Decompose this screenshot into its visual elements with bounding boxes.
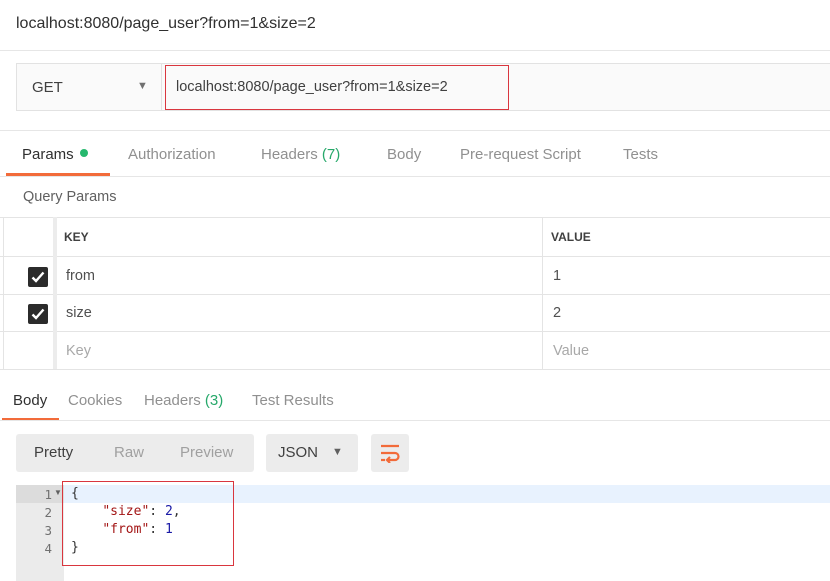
tab-params-label: Params — [22, 146, 74, 163]
url-input[interactable]: localhost:8080/page_user?from=1&size=2 — [176, 79, 448, 95]
tab-headers-label: Headers — [261, 146, 318, 163]
table-border — [0, 331, 830, 332]
checkmark-icon — [31, 308, 45, 320]
chevron-down-icon: ▼ — [332, 446, 343, 458]
new-param-key-input[interactable]: Key — [66, 343, 91, 359]
format-selector[interactable]: JSON ▼ — [266, 434, 358, 472]
param-checkbox-size[interactable] — [28, 304, 48, 324]
tab-params[interactable]: Params — [22, 146, 88, 163]
tab-body[interactable]: Body — [387, 146, 421, 163]
tab-prerequest-script[interactable]: Pre-request Script — [460, 146, 581, 163]
table-border — [53, 217, 57, 369]
line-number: 3 — [44, 523, 52, 538]
table-border — [542, 217, 543, 369]
tab-tests[interactable]: Tests — [623, 146, 658, 163]
response-highlight-outline — [62, 481, 234, 566]
view-raw-button[interactable]: Raw — [114, 444, 144, 461]
divider — [0, 176, 830, 177]
line-number: 4 — [44, 541, 52, 556]
headers-count: (7) — [321, 146, 341, 163]
format-label: JSON — [278, 444, 319, 461]
param-checkbox-from[interactable] — [28, 267, 48, 287]
view-preview-button[interactable]: Preview — [180, 444, 233, 461]
checkmark-icon — [31, 271, 45, 283]
response-tab-test-results[interactable]: Test Results — [252, 392, 334, 409]
tab-headers[interactable]: Headers (7) — [261, 146, 340, 163]
view-pretty-button[interactable]: Pretty — [34, 444, 73, 461]
line-number: 1 — [44, 487, 52, 502]
param-key-input[interactable]: size — [66, 305, 92, 321]
request-title-bar: localhost:8080/page_user?from=1&size=2 — [0, 0, 830, 51]
response-tab-cookies[interactable]: Cookies — [68, 392, 122, 409]
request-title: localhost:8080/page_user?from=1&size=2 — [16, 15, 316, 32]
param-value-input[interactable]: 2 — [553, 305, 561, 321]
column-header-value: VALUE — [551, 230, 591, 244]
tab-authorization[interactable]: Authorization — [128, 146, 216, 163]
response-headers-label: Headers — [144, 392, 201, 409]
view-mode-selector: Pretty Raw Preview — [16, 434, 254, 472]
method-selector[interactable]: GET ▼ — [17, 64, 162, 110]
request-tabs: Params Authorization Headers (7) Body Pr… — [0, 130, 830, 176]
response-headers-count: (3) — [204, 392, 224, 409]
wrap-lines-icon — [381, 444, 400, 463]
query-params-label: Query Params — [23, 189, 117, 205]
divider — [0, 420, 830, 421]
method-label: GET — [32, 79, 63, 96]
param-value-input[interactable]: 1 — [553, 268, 561, 284]
table-border — [0, 217, 830, 218]
params-active-dot-icon — [79, 149, 88, 157]
fold-arrow-icon[interactable]: ▼ — [54, 488, 62, 497]
wrap-lines-button[interactable] — [371, 434, 409, 472]
table-border — [0, 369, 830, 370]
line-number: 2 — [44, 505, 52, 520]
table-border — [3, 217, 4, 369]
table-border — [0, 256, 830, 257]
table-border — [0, 294, 830, 295]
response-tab-headers[interactable]: Headers (3) — [144, 392, 223, 409]
chevron-down-icon: ▼ — [137, 80, 148, 92]
new-param-value-input[interactable]: Value — [553, 343, 589, 359]
response-tab-body[interactable]: Body — [13, 392, 47, 409]
column-header-key: KEY — [64, 230, 89, 244]
param-key-input[interactable]: from — [66, 268, 95, 284]
